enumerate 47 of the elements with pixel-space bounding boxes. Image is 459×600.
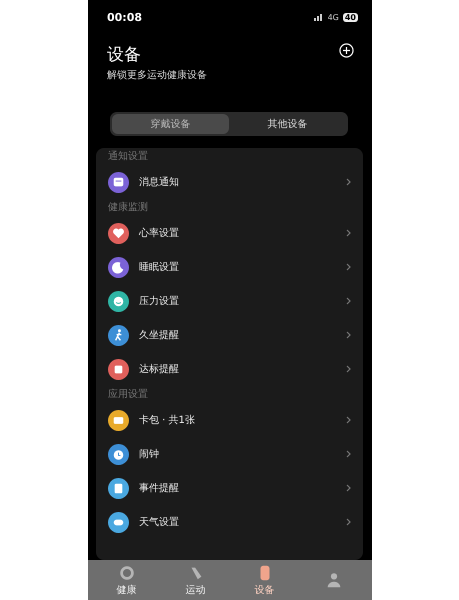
chevron-icon: [346, 297, 351, 305]
section-title: 通知设置: [108, 150, 149, 164]
row-label: 睡眠设置: [139, 260, 180, 274]
ring-icon: [118, 564, 136, 582]
chevron-icon: [346, 518, 351, 526]
person-icon: [324, 571, 342, 589]
chevron-icon: [346, 331, 351, 339]
device-tab[interactable]: 其他设备: [229, 114, 346, 134]
settings-row[interactable]: 达标提醒: [108, 352, 351, 386]
settings-row[interactable]: 久坐提醒: [108, 318, 351, 352]
signal-icon: [314, 13, 324, 21]
chevron-icon: [346, 263, 351, 271]
settings-row[interactable]: 事件提醒: [108, 471, 351, 505]
nav-tab[interactable]: 运动: [170, 564, 220, 596]
row-label: 天气设置: [139, 516, 180, 529]
settings-row[interactable]: 压力设置: [108, 284, 351, 318]
chevron-icon: [346, 365, 351, 373]
settings-row[interactable]: 消息通知: [108, 165, 351, 199]
nav-tab[interactable]: 设备: [240, 564, 290, 596]
row-label: 事件提醒: [139, 482, 180, 495]
chevron-icon: [346, 178, 351, 186]
network-label: 4G: [328, 12, 339, 22]
row-label: 闹钟: [139, 448, 160, 461]
add-icon[interactable]: [339, 43, 354, 58]
settings-row[interactable]: 卡包 · 共1张: [108, 403, 351, 437]
section-title: 健康监测: [108, 200, 149, 215]
row-label: 达标提醒: [139, 362, 180, 376]
row-label: 压力设置: [139, 294, 180, 308]
device-tab[interactable]: 穿戴设备: [112, 114, 229, 134]
chevron-icon: [346, 450, 351, 458]
settings-row[interactable]: 心率设置: [108, 216, 351, 250]
page-subtitle: 解锁更多运动健康设备: [107, 68, 207, 82]
chevron-icon: [346, 229, 351, 237]
section-title: 应用设置: [108, 388, 149, 402]
settings-row[interactable]: 睡眠设置: [108, 250, 351, 284]
chevron-icon: [346, 484, 351, 492]
battery-level: 40: [342, 12, 358, 22]
chevron-icon: [346, 416, 351, 424]
status-time: 00:08: [107, 10, 142, 24]
settings-row[interactable]: 闹钟: [108, 437, 351, 471]
page-title: 设备: [107, 44, 142, 66]
row-label: 卡包 · 共1张: [139, 414, 196, 427]
row-label: 久坐提醒: [139, 328, 180, 342]
row-label: 消息通知: [139, 176, 180, 189]
row-label: 心率设置: [139, 226, 180, 240]
nav-tab[interactable]: 健康: [102, 564, 152, 596]
settings-row[interactable]: 天气设置: [108, 505, 351, 539]
